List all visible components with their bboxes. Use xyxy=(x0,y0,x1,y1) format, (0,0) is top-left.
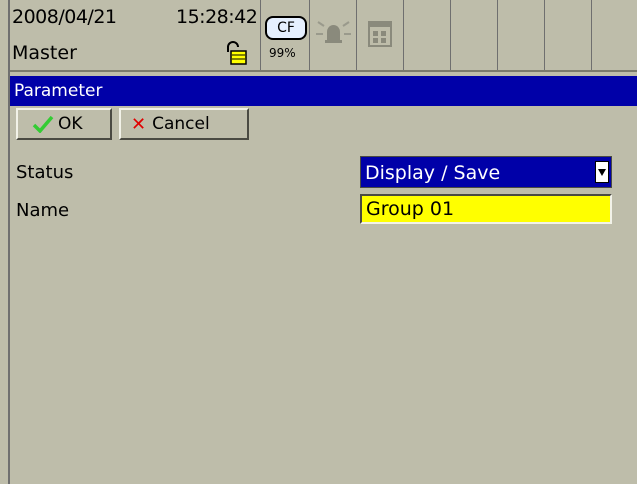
ok-button[interactable]: OK xyxy=(16,108,112,140)
status-slot-8 xyxy=(545,0,592,70)
date-display: 2008/04/21 xyxy=(12,6,117,28)
ok-label: OK xyxy=(58,113,83,134)
dialog-title: Parameter xyxy=(10,76,637,106)
user-name: Master xyxy=(12,42,77,64)
status-dropdown[interactable]: Display / Save xyxy=(360,156,612,188)
alarm-bell-icon xyxy=(316,21,351,43)
chevron-down-icon[interactable] xyxy=(595,161,609,183)
status-label: Status xyxy=(16,162,74,183)
close-icon: ✕ xyxy=(131,113,147,135)
datetime-panel: 2008/04/21 15:28:42 Master xyxy=(10,0,261,70)
app-window: 2008/04/21 15:28:42 Master CF 99% Parame… xyxy=(8,0,637,484)
name-field[interactable]: Group 01 xyxy=(360,194,612,224)
status-slot-5 xyxy=(404,0,451,70)
status-slot-7 xyxy=(498,0,545,70)
time-display: 15:28:42 xyxy=(176,6,258,28)
check-icon xyxy=(32,115,54,133)
name-label: Name xyxy=(16,200,70,221)
cf-usage: 99% xyxy=(269,46,296,60)
cf-card-icon: CF xyxy=(265,16,307,40)
status-bar: 2008/04/21 15:28:42 Master CF 99% xyxy=(10,0,637,72)
calendar-icon xyxy=(368,21,392,47)
alarm-slot[interactable] xyxy=(310,0,357,70)
status-slot-9 xyxy=(592,0,637,70)
cancel-label: Cancel xyxy=(152,113,210,134)
cf-card-status: CF 99% xyxy=(261,0,310,70)
cancel-button[interactable]: ✕ Cancel xyxy=(119,108,249,140)
status-slot-6 xyxy=(451,0,498,70)
calendar-slot[interactable] xyxy=(357,0,404,70)
status-value: Display / Save xyxy=(365,162,501,184)
padlock-open-icon xyxy=(227,41,247,65)
